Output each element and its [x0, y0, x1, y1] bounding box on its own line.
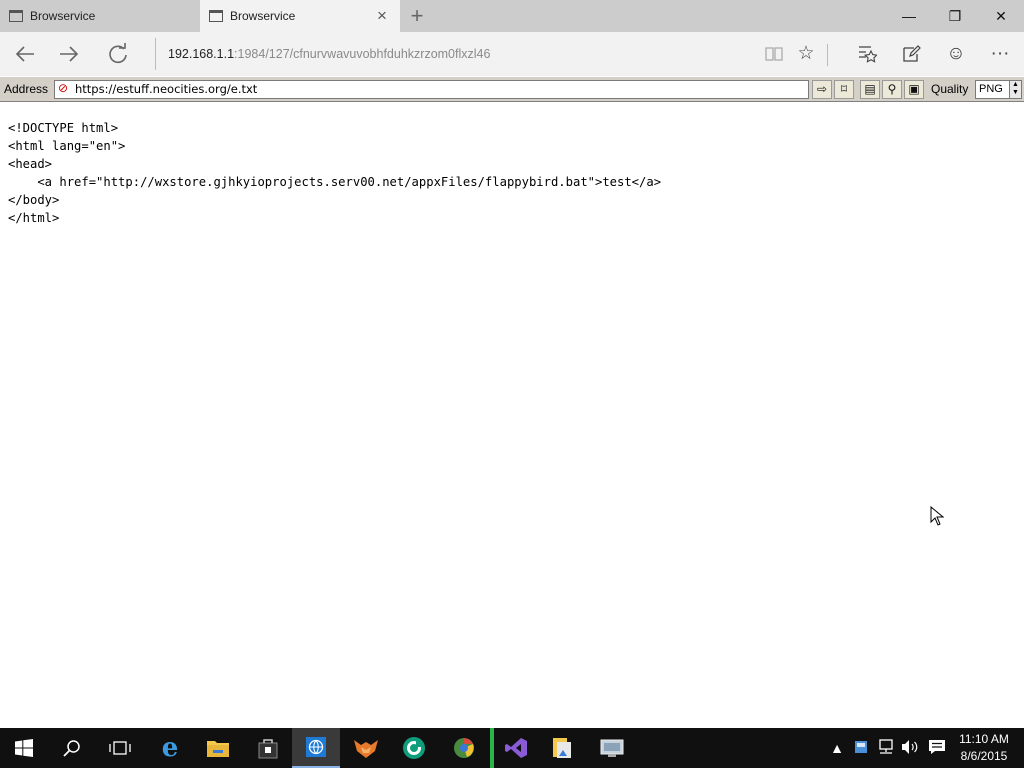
quality-label: Quality: [931, 82, 969, 96]
tab-page-icon: [9, 10, 23, 22]
url-bar[interactable]: 192.168.1.1:1984/127/cfnurvwavuvobhfduhk…: [155, 38, 825, 70]
refresh-icon[interactable]: [101, 38, 135, 70]
tab-strip: Browservice Browservice × + — ❐ ✕: [0, 0, 1024, 32]
network-icon[interactable]: [877, 739, 895, 757]
source-line: <head>: [8, 157, 53, 171]
app-green-icon[interactable]: [390, 728, 438, 768]
tab-browservice-1[interactable]: Browservice: [0, 0, 200, 32]
clipboard-icon[interactable]: ▣: [904, 80, 924, 99]
navigation-bar: 192.168.1.1:1984/127/cfnurvwavuvobhfduhk…: [0, 32, 1024, 76]
source-line: <a href="http://wxstore.gjhkyioprojects.…: [8, 175, 662, 189]
source-text: <!DOCTYPE html> <html lang="en"> <head> <a…: [8, 119, 661, 227]
taskbar: e ▲ 11:10 AM 8/6/2015: [0, 728, 1024, 768]
bookmarks-list-icon[interactable]: ▤: [860, 80, 880, 99]
minimize-icon[interactable]: —: [886, 0, 932, 32]
url-text[interactable]: 192.168.1.1:1984/127/cfnurvwavuvobhfduhk…: [168, 47, 490, 61]
taskbar-clock[interactable]: 11:10 AM 8/6/2015: [948, 731, 1020, 765]
quality-spinner-icon[interactable]: ▲ ▼: [1009, 81, 1021, 98]
chrome-like-icon[interactable]: [440, 728, 488, 768]
find-icon[interactable]: ⚲: [882, 80, 902, 99]
address-toolbar: Address ⊘ https://estuff.neocities.org/e…: [0, 76, 1024, 102]
tray-app-icon[interactable]: [852, 739, 870, 757]
start-icon[interactable]: [0, 728, 48, 768]
desktop-app-icon[interactable]: [588, 728, 636, 768]
url-path: :1984/127/cfnurvwavuvobhfduhkzrzom0flxzl…: [234, 47, 491, 61]
bookmark-icon[interactable]: ⌑: [834, 80, 854, 99]
address-value: https://estuff.neocities.org/e.txt: [75, 82, 258, 96]
store-icon[interactable]: [244, 728, 292, 768]
mouse-cursor-icon: [930, 506, 944, 526]
insecure-icon: ⊘: [58, 81, 69, 95]
tab-title: Browservice: [230, 9, 296, 23]
show-hidden-icons-icon[interactable]: ▲: [828, 739, 846, 757]
back-arrow-icon[interactable]: [8, 38, 42, 70]
go-arrow-icon[interactable]: ⇨: [812, 80, 832, 99]
volume-icon[interactable]: [901, 739, 919, 757]
new-tab-icon[interactable]: +: [407, 5, 427, 27]
tab-title: Browservice: [30, 9, 96, 23]
task-view-icon[interactable]: [96, 728, 144, 768]
hub-icon[interactable]: [850, 38, 884, 70]
reading-view-icon[interactable]: [757, 38, 791, 70]
tab-browservice-2[interactable]: Browservice ×: [200, 0, 400, 32]
clock-date: 8/6/2015: [960, 749, 1008, 763]
source-line: </html>: [8, 211, 60, 225]
clock-time: 11:10 AM: [959, 732, 1009, 746]
url-host: 192.168.1.1: [168, 47, 235, 61]
close-tab-icon[interactable]: ×: [374, 7, 390, 24]
smiley-icon[interactable]: ☺: [939, 38, 973, 70]
web-note-icon[interactable]: [895, 38, 929, 70]
edge-icon[interactable]: e: [146, 728, 194, 768]
file-manager-icon[interactable]: [538, 728, 586, 768]
toolbar-divider: [827, 44, 828, 66]
more-icon[interactable]: ···: [983, 38, 1017, 70]
star-icon[interactable]: ☆: [789, 38, 823, 70]
visual-studio-icon[interactable]: [490, 728, 538, 768]
restore-icon[interactable]: ❐: [932, 0, 978, 32]
address-input[interactable]: ⊘ https://estuff.neocities.org/e.txt: [54, 80, 809, 99]
source-line: <html lang="en">: [8, 139, 126, 153]
file-explorer-icon[interactable]: [194, 728, 242, 768]
search-icon[interactable]: [48, 728, 96, 768]
tab-page-icon: [209, 10, 223, 22]
action-center-icon[interactable]: [928, 739, 946, 757]
source-line: <!DOCTYPE html>: [8, 121, 119, 135]
browservice-icon[interactable]: [292, 728, 340, 768]
quality-select[interactable]: PNG ▲ ▼: [975, 80, 1022, 99]
page-content: <!DOCTYPE html> <html lang="en"> <head> <a…: [0, 103, 1024, 728]
source-line: </body>: [8, 193, 60, 207]
close-window-icon[interactable]: ✕: [978, 0, 1024, 32]
quality-value: PNG: [979, 83, 1003, 95]
firefox-icon[interactable]: [342, 728, 390, 768]
forward-arrow-icon[interactable]: [52, 38, 86, 70]
address-label: Address: [4, 82, 49, 96]
